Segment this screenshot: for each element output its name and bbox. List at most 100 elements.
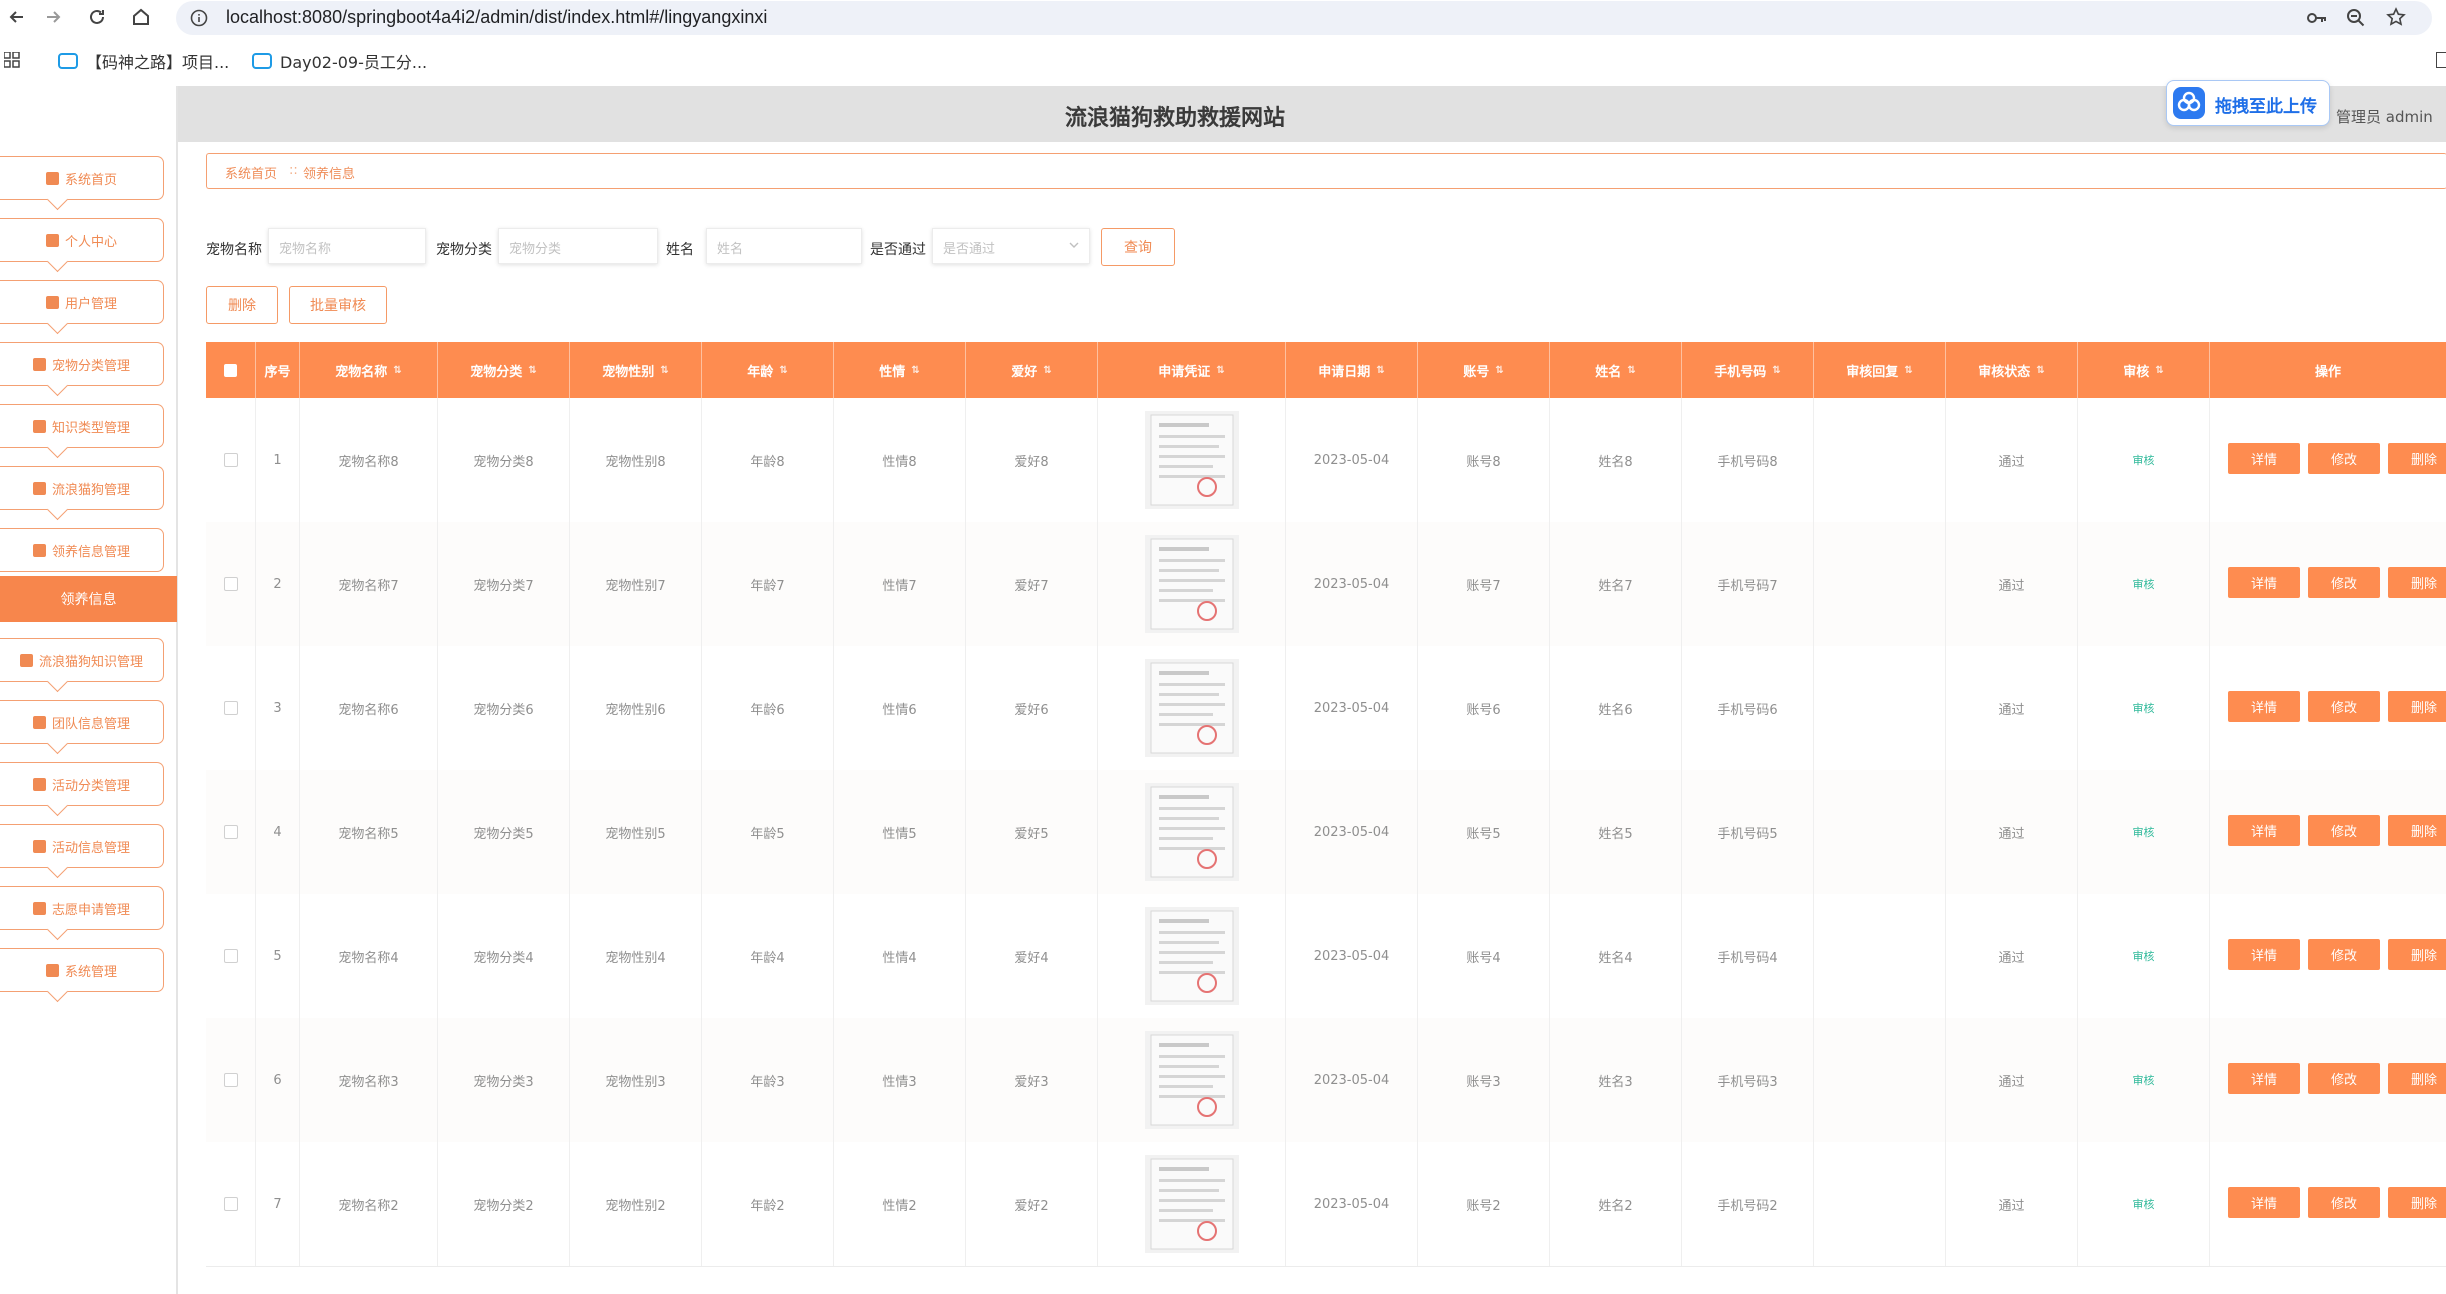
col-header-gender[interactable]: 宠物性别 ⇅ [570,342,702,398]
voucher-thumbnail[interactable] [1144,659,1239,757]
cell-age: 年龄8 [702,398,834,522]
col-header-account[interactable]: 账号 ⇅ [1418,342,1550,398]
voucher-thumbnail[interactable] [1144,411,1239,509]
query-button[interactable]: 查询 [1101,228,1175,266]
cell-hobby: 爱好5 [966,770,1098,894]
detail-button[interactable]: 详情 [2228,443,2300,474]
voucher-thumbnail[interactable] [1144,1155,1239,1253]
bookmark-item[interactable]: Day02-09-员工分... [252,46,427,76]
batch-audit-button[interactable]: 批量审核 [289,286,387,324]
upload-button[interactable]: 拖拽至此上传 [2166,80,2330,126]
detail-button[interactable]: 详情 [2228,939,2300,970]
audit-link[interactable]: 审核 [2078,770,2210,894]
voucher-thumbnail[interactable] [1144,535,1239,633]
col-header-status[interactable]: 审核状态 ⇅ [1946,342,2078,398]
audit-link[interactable]: 审核 [2078,1142,2210,1266]
row-checkbox[interactable] [206,894,256,1018]
passed-select[interactable]: 是否通过 [932,228,1090,264]
site-info-icon[interactable] [190,9,208,27]
name-input[interactable]: 姓名 [706,228,862,264]
apps-grid-icon[interactable] [4,52,20,68]
audit-link[interactable]: 审核 [2078,522,2210,646]
edit-button[interactable]: 修改 [2308,815,2380,846]
edit-button[interactable]: 修改 [2308,1187,2380,1218]
forward-icon[interactable] [36,2,70,32]
col-header-name[interactable]: 姓名 ⇅ [1550,342,1682,398]
sidebar-item-stray-pets[interactable]: 流浪猫狗管理 [0,466,164,521]
breadcrumb-home[interactable]: 系统首页 [225,163,277,182]
password-key-icon[interactable] [2306,9,2328,27]
edit-button[interactable]: 修改 [2308,443,2380,474]
sidebar-item-volunteer[interactable]: 志愿申请管理 [0,886,164,941]
bookmark-item[interactable]: 【码神之路】项目... [58,46,229,76]
select-all-checkbox[interactable] [206,342,256,398]
all-bookmarks-icon[interactable] [2436,52,2446,68]
sidebar-item-activity-info[interactable]: 活动信息管理 [0,824,164,879]
delete-row-button[interactable]: 删除 [2388,1063,2446,1094]
edit-button[interactable]: 修改 [2308,567,2380,598]
sidebar-subitem-adoption-info[interactable]: 领养信息 [0,576,177,622]
col-header-age[interactable]: 年龄 ⇅ [702,342,834,398]
bookmark-star-icon[interactable] [2386,7,2406,27]
detail-button[interactable]: 详情 [2228,1063,2300,1094]
edit-button[interactable]: 修改 [2308,939,2380,970]
user-label[interactable]: 管理员 admin [2336,106,2433,127]
edit-button[interactable]: 修改 [2308,691,2380,722]
detail-button[interactable]: 详情 [2228,1187,2300,1218]
back-icon[interactable] [0,2,34,32]
col-header-phone[interactable]: 手机号码 ⇅ [1682,342,1814,398]
delete-row-button[interactable]: 删除 [2388,939,2446,970]
row-checkbox[interactable] [206,1142,256,1266]
col-header-audit[interactable]: 审核 ⇅ [2078,342,2210,398]
row-checkbox[interactable] [206,1018,256,1142]
sidebar-item-system[interactable]: 系统管理 [0,948,164,1003]
sidebar-item-label: 知识类型管理 [51,420,130,436]
audit-link[interactable]: 审核 [2078,646,2210,770]
sidebar-item-users[interactable]: 用户管理 [0,280,164,335]
row-checkbox[interactable] [206,522,256,646]
delete-row-button[interactable]: 删除 [2388,1187,2446,1218]
sidebar-item-profile[interactable]: 个人中心 [0,218,164,273]
audit-link[interactable]: 审核 [2078,1018,2210,1142]
sidebar-item-knowledge[interactable]: 流浪猫狗知识管理 [0,638,164,693]
sidebar-item-activity-category[interactable]: 活动分类管理 [0,762,164,817]
audit-link[interactable]: 审核 [2078,398,2210,522]
sidebar-item-team[interactable]: 团队信息管理 [0,700,164,755]
audit-link[interactable]: 审核 [2078,894,2210,1018]
row-no: 1 [256,398,300,522]
url-text[interactable]: localhost:8080/springboot4a4i2/admin/dis… [226,7,767,28]
home-icon[interactable] [124,2,158,32]
delete-row-button[interactable]: 删除 [2388,691,2446,722]
detail-button[interactable]: 详情 [2228,567,2300,598]
pet-name-input[interactable]: 宠物名称 [268,228,426,264]
pet-category-input[interactable]: 宠物分类 [498,228,658,264]
col-header-temper[interactable]: 性情 ⇅ [834,342,966,398]
col-header-pet-name[interactable]: 宠物名称 ⇅ [300,342,438,398]
delete-button[interactable]: 删除 [206,286,278,324]
voucher-thumbnail[interactable] [1144,1031,1239,1129]
delete-row-button[interactable]: 删除 [2388,567,2446,598]
reload-icon[interactable] [80,2,114,32]
col-header-date[interactable]: 申请日期 ⇅ [1286,342,1418,398]
edit-button[interactable]: 修改 [2308,1063,2380,1094]
detail-button[interactable]: 详情 [2228,815,2300,846]
row-checkbox[interactable] [206,398,256,522]
delete-row-button[interactable]: 删除 [2388,815,2446,846]
sidebar-item-pet-category[interactable]: 宠物分类管理 [0,342,164,397]
row-no: 7 [256,1142,300,1266]
detail-button[interactable]: 详情 [2228,691,2300,722]
sidebar-item-home[interactable]: 系统首页 [0,156,164,211]
sidebar-item-knowledge-type[interactable]: 知识类型管理 [0,404,164,459]
address-bar[interactable]: localhost:8080/springboot4a4i2/admin/dis… [176,1,2432,35]
row-checkbox[interactable] [206,646,256,770]
sidebar-item-adoption[interactable]: 领养信息管理 [0,528,164,572]
col-header-reply[interactable]: 审核回复 ⇅ [1814,342,1946,398]
col-header-category[interactable]: 宠物分类 ⇅ [438,342,570,398]
zoom-icon[interactable] [2346,8,2366,28]
row-checkbox[interactable] [206,770,256,894]
delete-row-button[interactable]: 删除 [2388,443,2446,474]
col-header-hobby[interactable]: 爱好 ⇅ [966,342,1098,398]
col-header-voucher[interactable]: 申请凭证 ⇅ [1098,342,1286,398]
voucher-thumbnail[interactable] [1144,783,1239,881]
voucher-thumbnail[interactable] [1144,907,1239,1005]
